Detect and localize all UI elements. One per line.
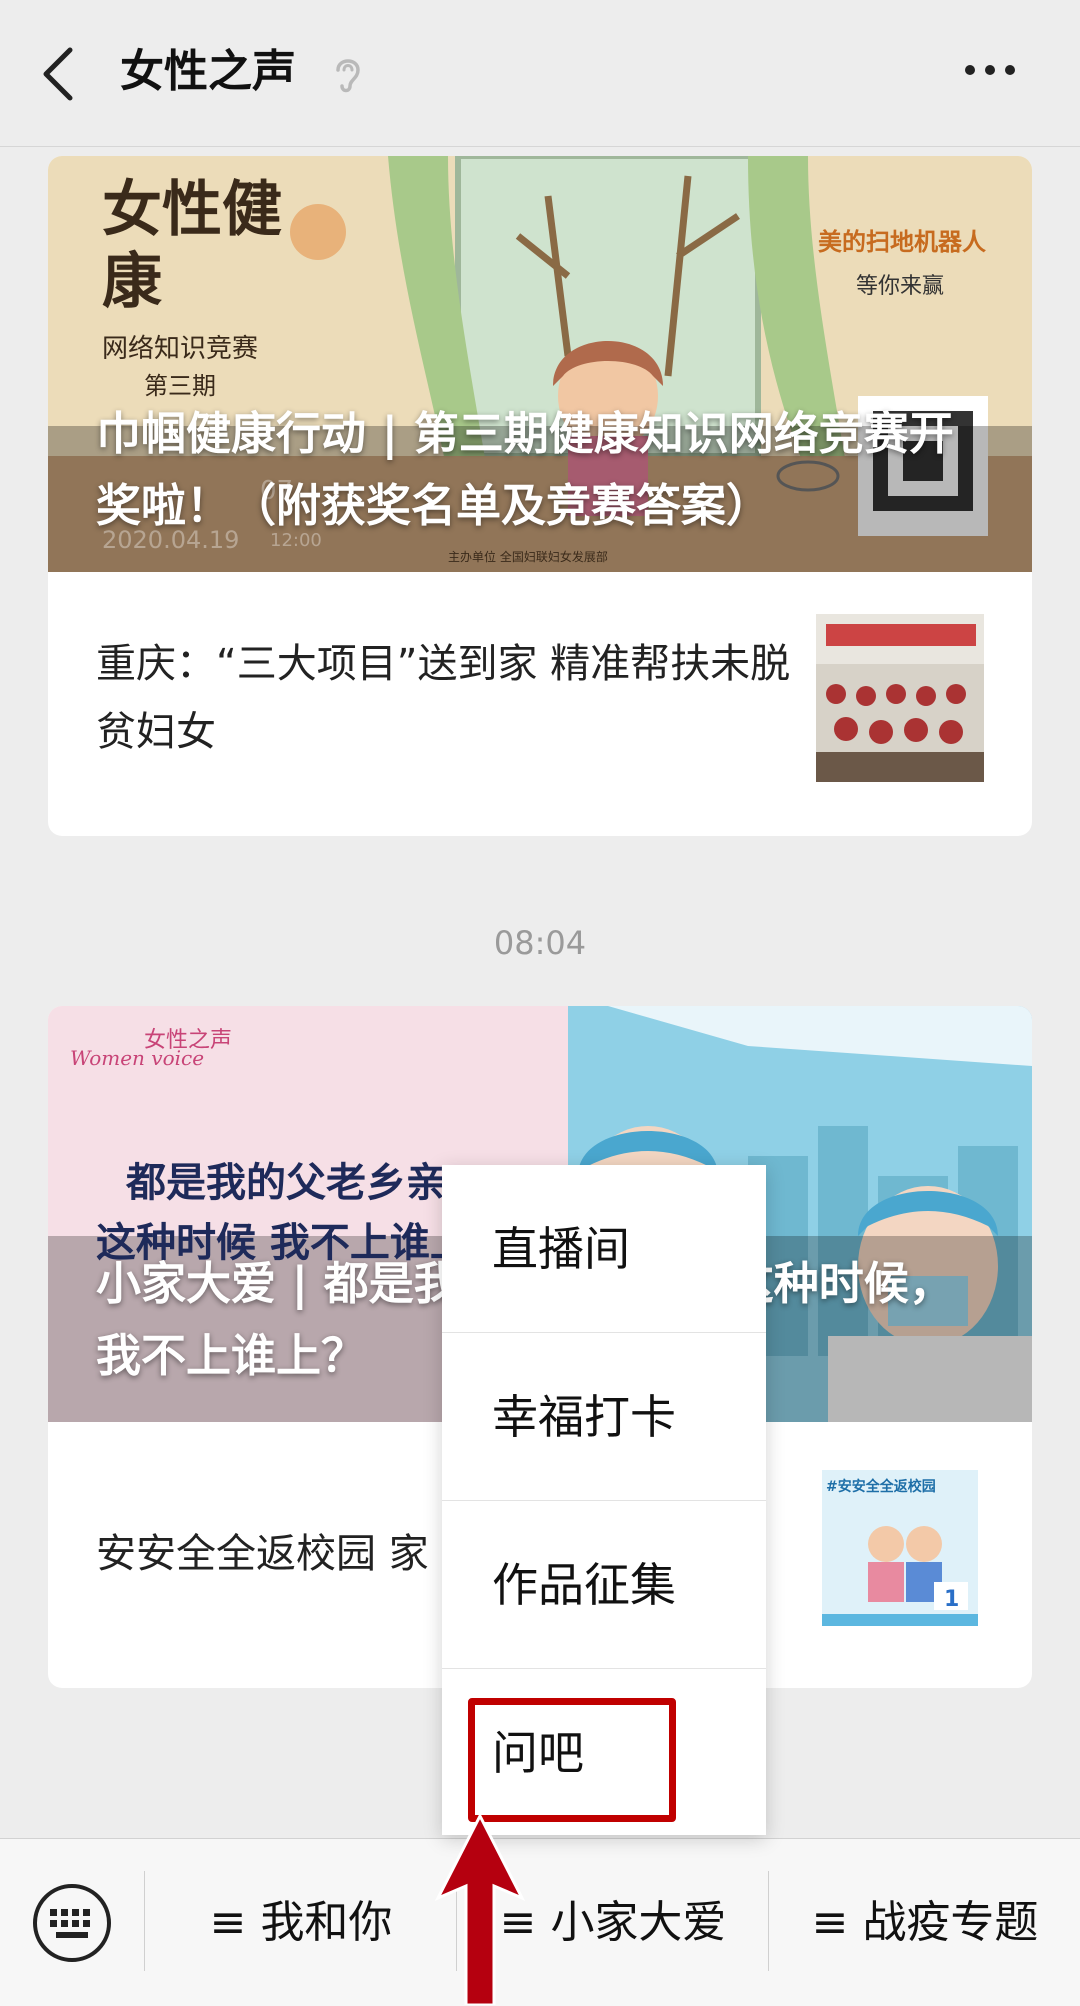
menu-item-checkin[interactable]: 幸福打卡 (442, 1333, 766, 1501)
thumbnail-caption: #安安全全返校园 (826, 1479, 936, 1495)
article-thumbnail: 1 #安安全全返校园 (816, 1464, 984, 1632)
cover-prize-line2: 等你来赢 (856, 274, 945, 299)
article-thumbnail (816, 614, 984, 782)
article-list-item[interactable]: 重庆：“三大项目”送到家 精准帮扶未脱贫妇女 (48, 572, 1032, 836)
ear-icon (336, 59, 360, 93)
article-card: 女性健康 网络知识竞赛 第三期 美的扫地机器人 等你来赢 07 2020.04.… (48, 156, 1032, 836)
article-title: 重庆：“三大项目”送到家 精准帮扶未脱贫妇女 (96, 641, 791, 755)
bar-divider (768, 1871, 769, 1971)
more-options-icon[interactable] (960, 58, 1020, 82)
cover-brand-cn: 女性之声 (144, 1028, 233, 1053)
message-timestamp: 08:04 (493, 924, 587, 962)
annotation-arrow-icon (434, 1812, 526, 2005)
article-cover[interactable]: 女性健康 网络知识竞赛 第三期 美的扫地机器人 等你来赢 07 2020.04.… (48, 156, 1032, 572)
cover-period: 第三期 (144, 372, 216, 400)
svg-text:1: 1 (944, 1587, 959, 1612)
cover-prize-line1: 美的扫地机器人 (818, 228, 986, 256)
menu-item-submissions[interactable]: 作品征集 (442, 1501, 766, 1669)
tab-label: 我和你 (260, 1897, 393, 1948)
menu-item-live[interactable]: 直播间 (442, 1165, 766, 1333)
tab-zhan-yi-zhuan-ti[interactable]: ≡ 战疫专题 (770, 1839, 1080, 2006)
cover-organizer: 主办单位 全国妇联妇女发展部 (448, 550, 608, 564)
cover-subtitle: 网络知识竞赛 (102, 334, 259, 364)
highlight-annotation-box (468, 1698, 676, 1822)
tab-label: 小家大爱 (550, 1897, 727, 1948)
menu-lines-icon: ≡ (811, 1897, 849, 1948)
page-title: 女性之声 (120, 46, 296, 97)
menu-lines-icon: ≡ (209, 1897, 247, 1948)
bar-divider (144, 1871, 145, 1971)
back-arrow-icon[interactable] (38, 44, 78, 104)
top-bar: 女性之声 (0, 0, 1080, 147)
bottom-menu-bar: ≡ 我和你 ≡ 小家大爱 ≡ 战疫专题 (0, 1838, 1080, 2006)
tab-wo-he-ni[interactable]: ≡ 我和你 (146, 1839, 456, 2006)
cover-slogan-line1: 都是我的父老乡亲 (126, 1159, 446, 1206)
tab-label: 战疫专题 (862, 1897, 1039, 1948)
article-cover-title: 巾帼健康行动 | 第三期健康知识网络竞赛开奖啦！（附获奖名单及竞赛答案） (96, 407, 954, 532)
keyboard-icon[interactable] (30, 1881, 114, 1965)
cover-headline: 女性健康 (102, 175, 282, 317)
